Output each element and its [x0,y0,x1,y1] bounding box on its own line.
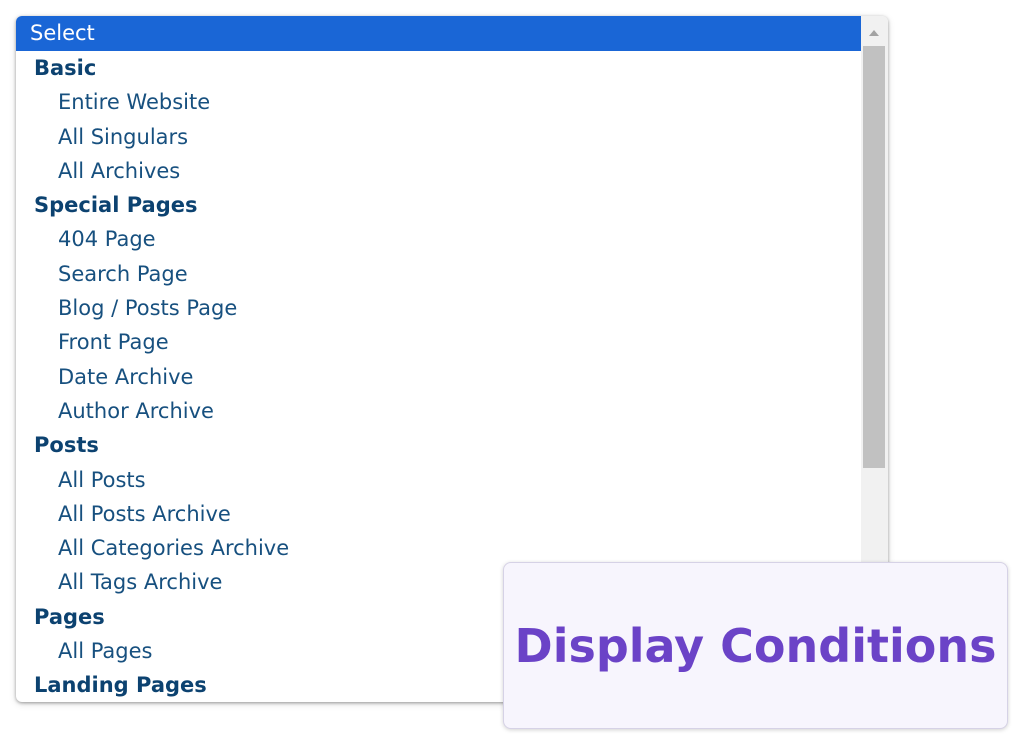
option-select[interactable]: Select [16,16,861,51]
scrollbar-thumb[interactable] [863,46,885,468]
option-all-posts[interactable]: All Posts [16,463,861,497]
scroll-up-arrow-icon[interactable] [869,30,879,36]
group-posts: Posts [34,433,99,458]
option-blog-posts-page[interactable]: Blog / Posts Page [16,291,861,325]
option-front-page[interactable]: Front Page [16,325,861,359]
option-all-categories-archive[interactable]: All Categories Archive [16,531,861,565]
option-all-archives[interactable]: All Archives [16,154,861,188]
group-basic: Basic [34,56,97,80]
option-entire-website[interactable]: Entire Website [16,85,861,119]
display-conditions-badge: Display Conditions [503,562,1008,729]
option-404-page[interactable]: 404 Page [16,222,861,256]
option-search-page[interactable]: Search Page [16,257,861,291]
option-all-posts-archive[interactable]: All Posts Archive [16,497,861,531]
option-author-archive[interactable]: Author Archive [16,394,861,428]
badge-label: Display Conditions [514,618,997,673]
option-date-archive[interactable]: Date Archive [16,360,861,394]
option-all-singulars[interactable]: All Singulars [16,120,861,154]
group-special-pages: Special Pages [34,193,198,218]
